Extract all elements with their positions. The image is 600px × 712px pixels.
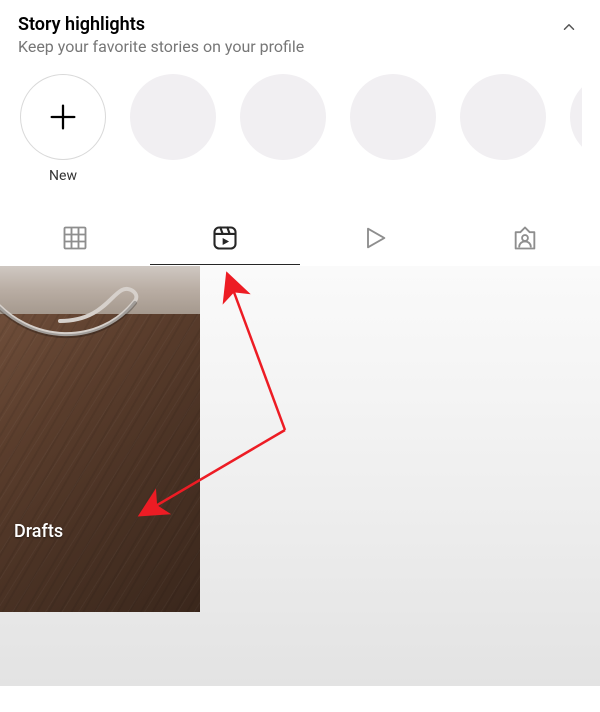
new-highlight-button[interactable]	[20, 74, 106, 160]
highlight-placeholder[interactable]	[570, 74, 582, 160]
tab-grid[interactable]	[0, 214, 150, 265]
collapse-highlights-button[interactable]	[556, 14, 582, 44]
new-highlight-label: New	[49, 168, 77, 184]
reel-tile-label: Drafts	[14, 521, 63, 542]
reel-drafts-tile[interactable]: Drafts	[0, 266, 200, 612]
highlight-placeholder[interactable]	[240, 74, 326, 160]
play-outline-icon	[361, 224, 389, 252]
highlight-placeholder[interactable]	[460, 74, 546, 160]
reels-content-area: Drafts	[0, 266, 600, 686]
highlight-placeholder[interactable]	[130, 74, 216, 160]
tab-reels[interactable]	[150, 214, 300, 265]
chevron-up-icon	[560, 18, 578, 36]
tab-play[interactable]	[300, 214, 450, 265]
highlight-placeholder[interactable]	[350, 74, 436, 160]
reels-icon	[211, 224, 239, 252]
tab-tagged[interactable]	[450, 214, 600, 265]
plus-icon	[46, 100, 80, 134]
profile-tabs	[0, 214, 600, 266]
highlights-row: New	[20, 74, 582, 184]
story-highlights-subtitle: Keep your favorite stories on your profi…	[18, 37, 304, 56]
reel-thumbnail	[0, 266, 200, 612]
tagged-icon	[511, 224, 539, 252]
story-highlights-title: Story highlights	[18, 14, 304, 35]
grid-icon	[61, 224, 89, 252]
